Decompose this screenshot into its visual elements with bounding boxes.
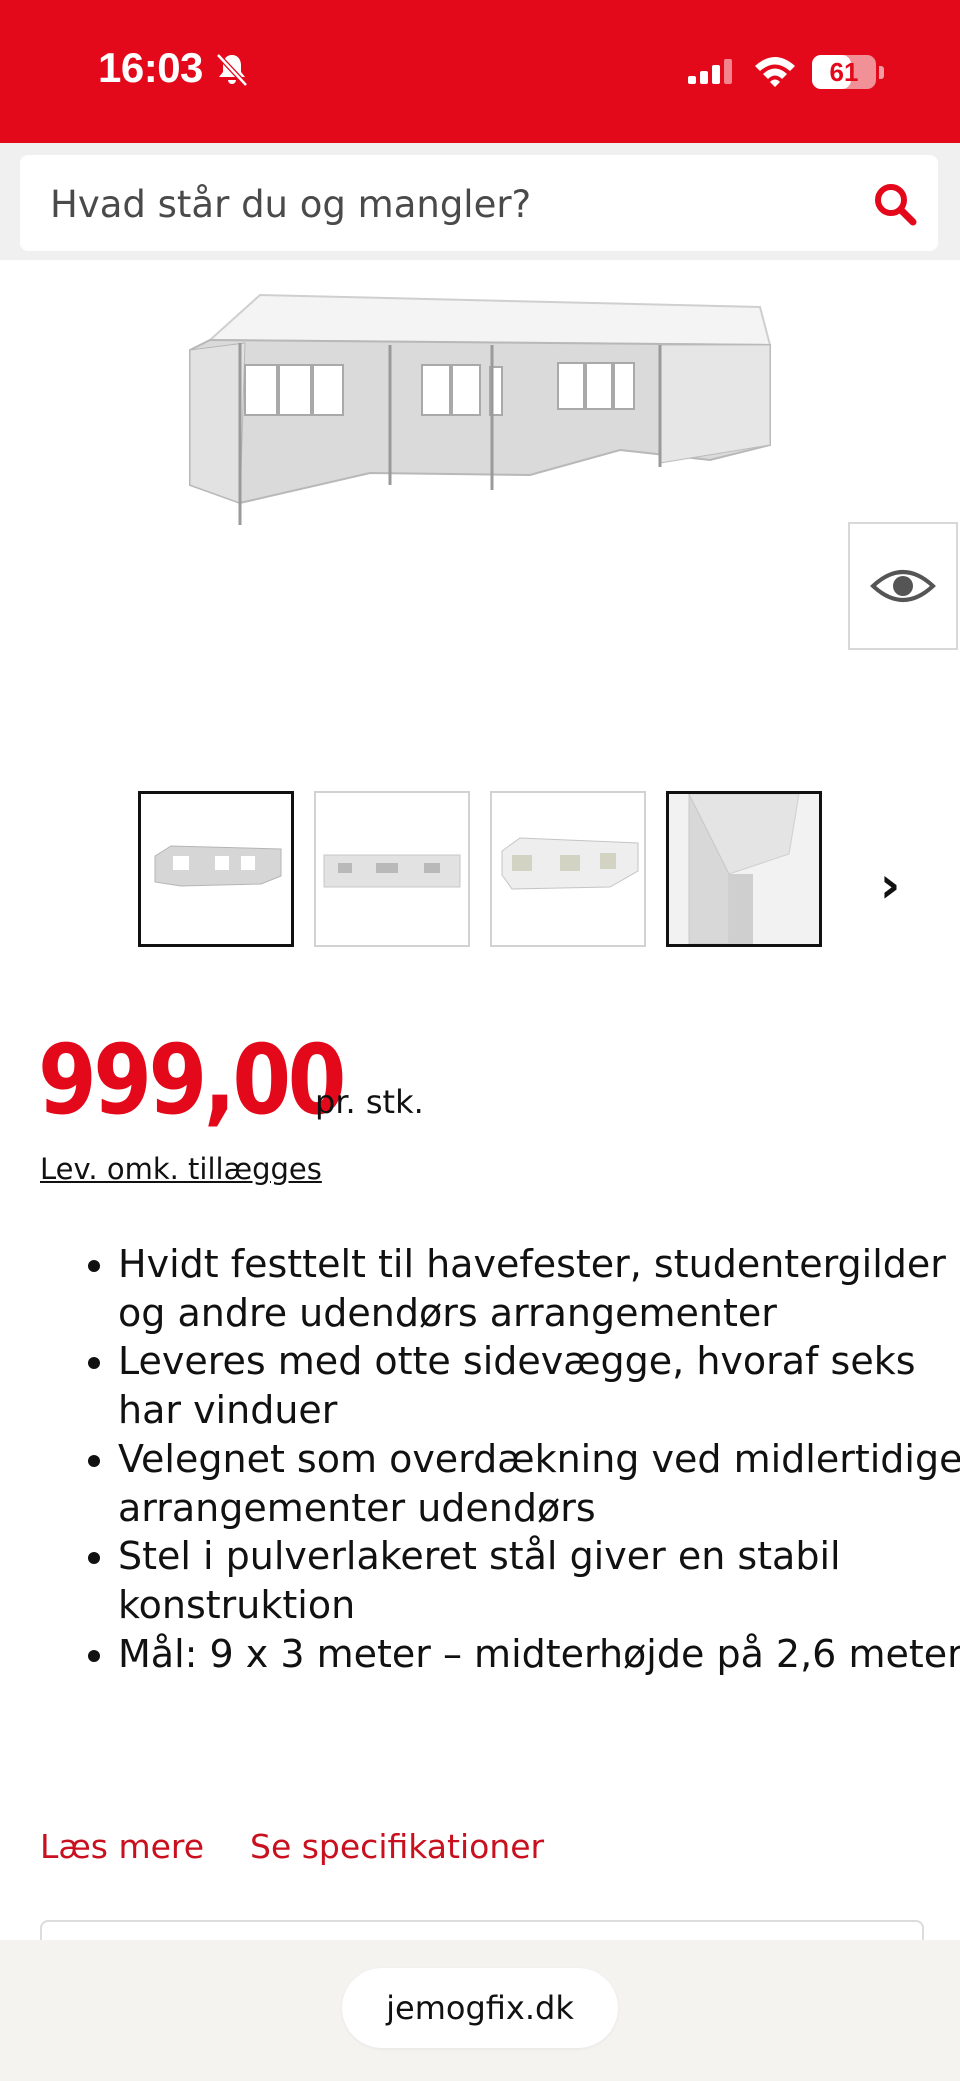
search-input[interactable]: [48, 155, 852, 253]
thumbnail-4[interactable]: [666, 791, 822, 947]
feature-list: Hvidt festtelt til havefester, studenter…: [78, 1240, 960, 1678]
battery-indicator: 61: [812, 55, 876, 89]
feature-item: Leveres med otte sidevægge, hvoraf seks …: [118, 1337, 960, 1434]
read-more-link[interactable]: Læs mere: [40, 1827, 204, 1866]
price-unit: pr. stk.: [315, 1083, 424, 1121]
feature-item: Hvidt festtelt til havefester, studenter…: [118, 1240, 960, 1337]
battery-level: 61: [829, 57, 859, 87]
wifi-icon: [755, 57, 795, 87]
thumbnail-2[interactable]: [314, 791, 470, 947]
delivery-cost-link[interactable]: Lev. omk. tillægges: [40, 1152, 322, 1186]
top-header: 16:03 61: [0, 0, 960, 143]
signal-icon: [688, 59, 732, 84]
view-3d-button[interactable]: [848, 522, 958, 650]
address-bar[interactable]: jemogfix.dk: [342, 1968, 618, 2048]
product-price: 999,00: [38, 1024, 346, 1136]
search-bar: [20, 155, 938, 253]
status-time: 16:03: [98, 44, 203, 91]
eye-icon: [870, 570, 936, 602]
specifications-link[interactable]: Se specifikationer: [250, 1827, 544, 1866]
thumbnail-1[interactable]: [138, 791, 294, 947]
bell-off-icon: [216, 53, 248, 87]
gallery-next-button[interactable]: ›: [872, 858, 908, 912]
product-image: [189, 293, 772, 525]
feature-item: Mål: 9 x 3 meter – midterhøjde på 2,6 me…: [118, 1630, 960, 1679]
feature-item: Stel i pulverlakeret stål giver en stabi…: [118, 1532, 960, 1629]
battery-cap: [879, 66, 884, 79]
feature-item: Velegnet som overdækning ved midlertidig…: [118, 1435, 960, 1532]
search-icon[interactable]: [870, 179, 920, 229]
thumbnail-3[interactable]: [490, 791, 646, 947]
